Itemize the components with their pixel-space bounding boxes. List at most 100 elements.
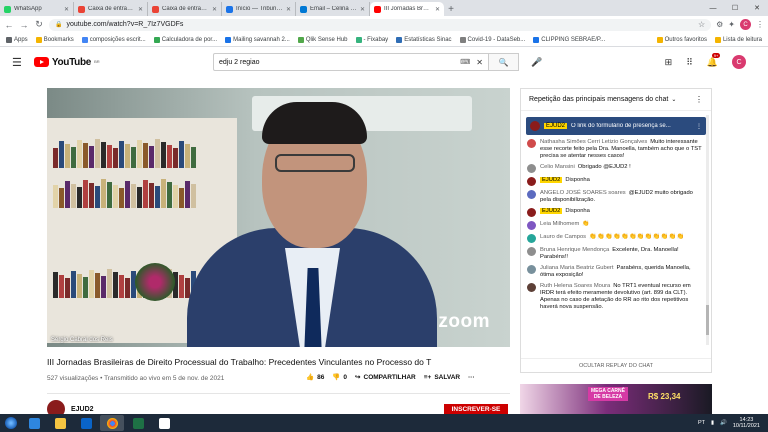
save-button[interactable]: ≡+ SALVAR	[424, 374, 460, 381]
bookmark-item[interactable]: Covid-19 - DataSeb...	[459, 36, 525, 43]
hide-chat-replay-button[interactable]: OCULTAR REPLAY DO CHAT	[521, 358, 711, 372]
browser-tab[interactable]: WhatsApp ✕	[0, 2, 74, 16]
bookmark-item[interactable]: Bookmarks	[35, 36, 74, 43]
chat-message[interactable]: Nathasha Simões Cerri Letizio Gonçalves M…	[527, 139, 705, 160]
start-button[interactable]	[0, 414, 22, 432]
pin-menu-icon[interactable]: ⋮	[696, 123, 702, 130]
keyboard-icon[interactable]: ⌨	[460, 58, 470, 66]
account-avatar[interactable]: C	[732, 55, 746, 69]
clear-search-icon[interactable]: ✕	[476, 58, 483, 67]
subscribe-button[interactable]: INSCREVER-SE	[444, 404, 508, 414]
tab-close-icon[interactable]: ✕	[212, 6, 217, 13]
browser-tab[interactable]: Caixa de entrada (772) - cmod✕	[148, 2, 222, 16]
bookmark-item[interactable]: - Fixabay	[355, 36, 388, 43]
browser-tab[interactable]: III Jornadas Brasileiras de Di✕	[370, 2, 444, 16]
address-bar[interactable]: 🔒 youtube.com/watch?v=R_7Iz7VGDFs ☆	[49, 18, 712, 31]
taskbar-excel-icon[interactable]	[126, 415, 150, 431]
address-url: youtube.com/watch?v=R_7Iz7VGDFs	[66, 21, 184, 28]
chat-message[interactable]: ANGELO JOSÉ SOARES soares @EJUD2 muito ob…	[527, 190, 705, 204]
dislike-count: 0	[343, 373, 348, 381]
chat-more-icon[interactable]: ⋮	[695, 95, 703, 104]
reload-icon[interactable]: ↻	[34, 19, 44, 30]
taskbar-chrome-icon[interactable]	[100, 415, 124, 431]
notifications-button[interactable]: 🔔 9+	[707, 52, 721, 68]
tab-close-icon[interactable]: ✕	[64, 6, 69, 13]
minimize-icon[interactable]: —	[702, 0, 724, 16]
bookmark-item[interactable]: CLIPPING SEBRAE/P...	[533, 36, 605, 43]
taskbar-word-icon[interactable]	[152, 415, 176, 431]
youtube-logo[interactable]: YouTube BR	[33, 57, 100, 68]
live-chat-panel: Repetição das principais mensagens do ch…	[520, 88, 712, 373]
tab-close-icon[interactable]: ✕	[286, 6, 291, 13]
share-button[interactable]: ↪ COMPARTILHAR	[355, 373, 416, 382]
advertisement-banner[interactable]: MEGA CARNÊ DE BELEZA R$ 23,34	[520, 384, 712, 414]
chat-message[interactable]: EJUD2 Disponha	[527, 208, 705, 217]
book-spine	[89, 270, 94, 298]
extension-icon[interactable]: ⚙	[716, 20, 723, 29]
puzzle-icon[interactable]: ✦	[728, 20, 735, 29]
chat-message-body: ANGELO JOSÉ SOARES soares @EJUD2 muito ob…	[540, 190, 705, 204]
book-spine	[119, 141, 124, 168]
bookmark-item[interactable]: Estatísticas Sinac	[396, 36, 452, 43]
close-window-icon[interactable]: ✕	[746, 0, 768, 16]
language-indicator[interactable]: PT	[698, 420, 705, 426]
chat-message[interactable]: Ruth Helena Soares Moura No TRT1 eventual…	[527, 283, 705, 311]
search-button[interactable]: 🔍	[489, 53, 519, 71]
tab-close-icon[interactable]: ✕	[360, 6, 365, 13]
taskbar-outlook-icon[interactable]	[74, 415, 98, 431]
like-button[interactable]: 👍 86	[306, 373, 324, 382]
network-icon[interactable]: ▮	[711, 420, 714, 426]
tab-close-icon[interactable]: ✕	[435, 6, 440, 13]
browser-tab[interactable]: Início — Tribunal Regional do✕	[222, 2, 296, 16]
bookmark-item[interactable]: Calculadora de por...	[153, 36, 217, 43]
dislike-button[interactable]: 👎 0	[332, 373, 348, 382]
channel-name[interactable]: EJUD2	[71, 406, 94, 413]
browser-tab[interactable]: Email – Celina Modesto – Outl✕	[296, 2, 370, 16]
star-icon[interactable]: ☆	[698, 20, 705, 29]
bookmark-item[interactable]: Qlik Sense Hub	[297, 36, 348, 43]
lock-icon[interactable]: 🔒	[55, 21, 62, 28]
chevron-down-icon[interactable]: ⌄	[671, 96, 676, 103]
tab-close-icon[interactable]: ✕	[138, 6, 143, 13]
windows-logo-icon	[5, 417, 17, 429]
chat-message[interactable]: Lauro de Campos 👏👏👏👏👏👏👏👏👏👏👏👏	[527, 234, 705, 243]
microphone-icon[interactable]: 🎤	[531, 57, 542, 68]
system-clock[interactable]: 14:23 10/11/2021	[733, 417, 760, 430]
back-icon[interactable]: ←	[4, 20, 14, 30]
chat-scrollbar-thumb[interactable]	[706, 305, 709, 335]
chat-mode-dropdown[interactable]: Repetição das principais mensagens do ch…	[529, 96, 668, 103]
book-spine	[53, 148, 58, 168]
bookmark-item[interactable]: Apps	[6, 36, 28, 43]
new-tab-button[interactable]: +	[444, 2, 458, 16]
maximize-icon[interactable]: ☐	[724, 0, 746, 16]
chat-message[interactable]: Bruna Henrique Mendonça Excelente, Dra. M…	[527, 247, 705, 261]
chat-message[interactable]: EJUD2 Disponha	[527, 177, 705, 186]
more-actions-button[interactable]: ···	[468, 374, 475, 381]
book-spine	[185, 181, 190, 208]
create-video-icon[interactable]: ⊞	[665, 57, 673, 68]
chat-message[interactable]: Leia Milhomem 👏	[527, 221, 705, 230]
chat-message[interactable]: Juliana Maria Beatriz Gubert Parabéns, qu…	[527, 265, 705, 279]
taskbar-ie-icon[interactable]	[22, 415, 46, 431]
apps-grid-icon[interactable]: ⠿	[686, 57, 693, 68]
bookmark-item[interactable]: composições escrit...	[81, 36, 146, 43]
bookmark-item[interactable]: Mailing savannah 2...	[225, 36, 290, 43]
pinned-message[interactable]: EJUD2 O link do formulário de presença s…	[526, 117, 706, 135]
chat-message[interactable]: Celio Mansini Obrigado @EJUD2 !	[527, 164, 705, 173]
forward-icon[interactable]: →	[19, 20, 29, 30]
chat-author-name: Lauro de Campos	[540, 234, 587, 240]
video-player[interactable]: Sérgio Cabral dos Reis zoom	[47, 88, 510, 347]
chat-scrollbar[interactable]	[706, 115, 709, 345]
bookmark-folder[interactable]: Outros favoritos	[656, 36, 707, 43]
browser-profile-avatar[interactable]: C	[740, 19, 751, 30]
folder-icon	[656, 36, 663, 43]
hamburger-menu-icon[interactable]: ☰	[12, 56, 22, 69]
volume-icon[interactable]: 🔊	[720, 420, 727, 426]
bookmark-folder[interactable]: Lista de leitura	[714, 36, 762, 43]
menu-kebab-icon[interactable]: ⋮	[756, 20, 764, 29]
search-input[interactable]: edju 2 regiao ⌨ ✕	[213, 53, 489, 71]
taskbar-explorer-icon[interactable]	[48, 415, 72, 431]
book-spine	[53, 272, 58, 298]
browser-tab[interactable]: Caixa de entrada (6.983) - celi✕	[74, 2, 148, 16]
region-code: BR	[94, 58, 100, 64]
